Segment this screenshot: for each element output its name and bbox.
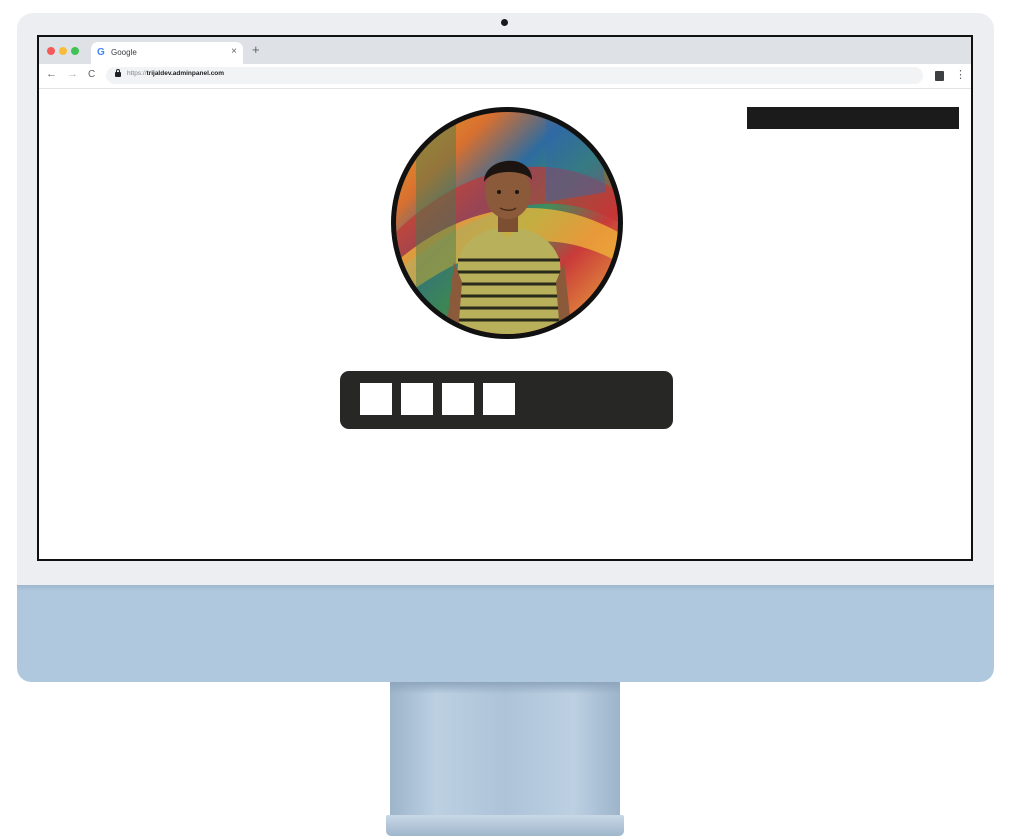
close-window-button[interactable] [47,47,55,55]
profile-icon[interactable] [935,71,944,81]
redacted-header-bar [747,107,959,129]
avatar [391,107,623,339]
camera-icon [501,19,508,26]
back-button[interactable]: ← [46,68,57,80]
browser-toolbar: ← → C https://trijaldev.adminpanel.com ⋮ [39,64,971,89]
maximize-window-button[interactable] [71,47,79,55]
url-host: trijaldev.adminpanel.com [146,70,225,77]
new-tab-button[interactable]: + [252,42,260,57]
forward-button[interactable]: → [67,68,78,80]
reload-button[interactable]: C [88,69,95,80]
google-g-icon: G [97,47,105,58]
tab-title: Google [111,48,137,57]
pin-digit-4 [483,383,515,415]
minimize-window-button[interactable] [59,47,67,55]
url-scheme: https:// [127,70,147,77]
browser-window: G Google × + ← → C https://trijaldev.adm… [37,35,973,561]
url-text: https://trijaldev.adminpanel.com [127,70,224,77]
pin-digit-2 [401,383,433,415]
avatar-photo [396,112,618,334]
pin-digit-1 [360,383,392,415]
tab-strip: G Google × + [39,37,971,64]
lock-icon [115,69,121,77]
monitor-base [386,815,624,836]
monitor-stand [390,682,620,817]
address-bar[interactable]: https://trijaldev.adminpanel.com [106,67,923,84]
monitor-chin [17,585,994,682]
pin-digit-3 [442,383,474,415]
kebab-menu-icon[interactable]: ⋮ [955,68,966,81]
pin-input[interactable] [340,371,673,429]
browser-tab[interactable]: G Google × [91,42,243,64]
tab-close-icon[interactable]: × [231,46,237,57]
